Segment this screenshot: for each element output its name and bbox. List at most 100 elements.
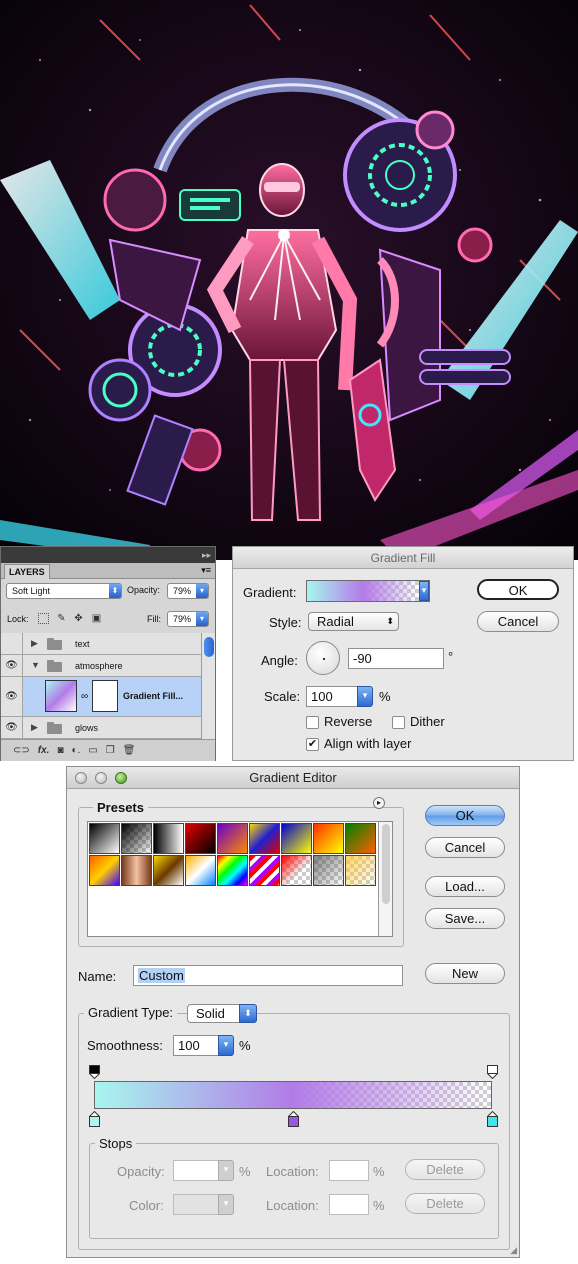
gradient-preset-swatch[interactable]: [217, 855, 248, 886]
new-group-icon[interactable]: ▭: [88, 745, 97, 756]
link-layers-icon[interactable]: ⊂⊃: [13, 745, 30, 756]
add-mask-icon[interactable]: ◙: [57, 745, 63, 756]
layers-scrollbar[interactable]: [201, 633, 215, 739]
save-button[interactable]: Save...: [425, 908, 505, 929]
dropdown-arrow-icon[interactable]: ▾: [218, 1160, 234, 1181]
delete-color-stop-button[interactable]: Delete: [405, 1193, 485, 1214]
visibility-toggle-empty[interactable]: [1, 633, 23, 654]
panel-menu-icon[interactable]: ▾≡: [201, 565, 211, 576]
presets-menu-icon[interactable]: ▸: [373, 797, 385, 809]
gradient-fill-thumbnail[interactable]: [45, 680, 77, 712]
gradient-preset-swatch[interactable]: [153, 855, 184, 886]
angle-input[interactable]: -90: [348, 648, 444, 669]
close-window-icon[interactable]: [75, 772, 87, 784]
cancel-button[interactable]: Cancel: [477, 611, 559, 632]
gradient-preset-swatch[interactable]: [217, 823, 248, 854]
dither-checkbox[interactable]: [392, 716, 405, 729]
blend-mode-select[interactable]: Soft Light ⬍: [6, 583, 122, 599]
layer-row-gradient-fill[interactable]: 👁 ∞ Gradient Fill...: [1, 677, 201, 717]
gradient-preview[interactable]: [307, 581, 419, 601]
lock-all-padlock-icon[interactable]: ▣: [91, 613, 102, 624]
color-stop-marker[interactable]: [486, 1110, 499, 1127]
adjustment-layer-icon[interactable]: ◐.: [71, 745, 80, 756]
name-label: Name:: [78, 969, 117, 984]
stop-color-swatch[interactable]: [173, 1194, 219, 1215]
scrollbar-thumb[interactable]: [382, 824, 390, 904]
lock-transparent-icon[interactable]: [38, 613, 49, 624]
gradient-preset-swatch[interactable]: [121, 823, 152, 854]
opacity-field[interactable]: 79% ▾: [167, 583, 209, 599]
resize-grip-icon[interactable]: ◢: [510, 1245, 517, 1256]
presets-label: Presets: [93, 800, 148, 815]
gradient-preset-swatch[interactable]: [185, 823, 216, 854]
gradient-type-select[interactable]: Solid ⬍: [187, 1004, 257, 1023]
reverse-checkbox[interactable]: [306, 716, 319, 729]
opacity-stop-marker[interactable]: [486, 1065, 499, 1080]
fill-field[interactable]: 79% ▾: [167, 611, 209, 627]
gradient-preset-swatch[interactable]: [313, 823, 344, 854]
opacity-value: 79%: [173, 586, 192, 596]
new-layer-icon[interactable]: ❐: [106, 745, 115, 756]
dropdown-arrow-icon[interactable]: ▾: [357, 686, 373, 707]
ok-button[interactable]: OK: [477, 579, 559, 600]
color-location-input[interactable]: [329, 1194, 369, 1215]
gradient-preset-swatch[interactable]: [89, 823, 120, 854]
expand-triangle-icon[interactable]: ▶: [31, 722, 38, 733]
gradient-preset-swatch[interactable]: [185, 855, 216, 886]
opacity-stop-marker[interactable]: [88, 1065, 101, 1080]
gradient-bar[interactable]: [94, 1081, 492, 1109]
name-input[interactable]: Custom: [133, 965, 403, 986]
opacity-location-input[interactable]: [329, 1160, 369, 1181]
delete-opacity-stop-button[interactable]: Delete: [405, 1159, 485, 1180]
color-stop-marker[interactable]: [287, 1110, 300, 1127]
trash-icon[interactable]: 🗑: [123, 745, 136, 756]
dropdown-arrow-icon[interactable]: ▾: [218, 1035, 234, 1056]
scale-input[interactable]: 100: [306, 686, 358, 707]
chain-link-icon[interactable]: ∞: [81, 691, 88, 702]
gradient-preset-swatch[interactable]: [249, 823, 280, 854]
gradient-preset-swatch[interactable]: [89, 855, 120, 886]
dropdown-arrow-icon[interactable]: ▾: [419, 581, 429, 601]
eye-icon[interactable]: 👁: [1, 655, 23, 676]
minimize-window-icon[interactable]: [95, 772, 107, 784]
align-checkbox[interactable]: ✔: [306, 738, 319, 751]
presets-scrollbar[interactable]: [378, 822, 392, 936]
layer-row-glows[interactable]: 👁 ▶ glows: [1, 717, 201, 739]
style-select[interactable]: Radial ⬍: [308, 612, 399, 631]
angle-dial[interactable]: [306, 641, 340, 675]
gradient-preset-swatch[interactable]: [121, 855, 152, 886]
eye-icon[interactable]: 👁: [1, 677, 23, 716]
lock-pixels-brush-icon[interactable]: ✎: [56, 613, 67, 624]
smoothness-input[interactable]: 100: [173, 1035, 219, 1056]
dropdown-arrow-icon: ▾: [196, 584, 208, 598]
collapse-panel-icon[interactable]: ▸▸: [202, 550, 211, 561]
gradient-preset-swatch[interactable]: [313, 855, 344, 886]
collapse-triangle-icon[interactable]: ▼: [31, 660, 40, 670]
gradient-preset-swatch[interactable]: [249, 855, 280, 886]
scrollbar-thumb[interactable]: [204, 637, 214, 657]
layer-row-atmosphere[interactable]: 👁 ▼ atmosphere: [1, 655, 201, 677]
load-button[interactable]: Load...: [425, 876, 505, 897]
color-stop-marker[interactable]: [88, 1110, 101, 1127]
updown-arrow-icon: ⬍: [386, 616, 394, 626]
zoom-window-icon[interactable]: [115, 772, 127, 784]
gradient-preset-swatch[interactable]: [153, 823, 184, 854]
gradient-preset-swatch[interactable]: [345, 855, 376, 886]
expand-triangle-icon[interactable]: ▶: [31, 638, 38, 649]
lock-position-move-icon[interactable]: ✥: [73, 613, 84, 624]
dropdown-arrow-icon[interactable]: ▾: [218, 1194, 234, 1215]
editor-titlebar: Gradient Editor: [67, 767, 519, 789]
ok-button[interactable]: OK: [425, 805, 505, 826]
cancel-button[interactable]: Cancel: [425, 837, 505, 858]
gradient-preset-swatch[interactable]: [345, 823, 376, 854]
gradient-preset-swatch[interactable]: [281, 823, 312, 854]
gradient-preset-swatch[interactable]: [281, 855, 312, 886]
new-button[interactable]: New: [425, 963, 505, 984]
stop-opacity-input[interactable]: [173, 1160, 219, 1181]
fx-icon[interactable]: fx.: [38, 745, 50, 756]
tab-layers[interactable]: LAYERS: [4, 564, 50, 579]
layer-mask-thumbnail[interactable]: [92, 680, 118, 712]
gradient-picker[interactable]: ▾: [306, 580, 430, 602]
eye-icon[interactable]: 👁: [1, 717, 23, 738]
layer-row-text[interactable]: ▶ text: [1, 633, 201, 655]
